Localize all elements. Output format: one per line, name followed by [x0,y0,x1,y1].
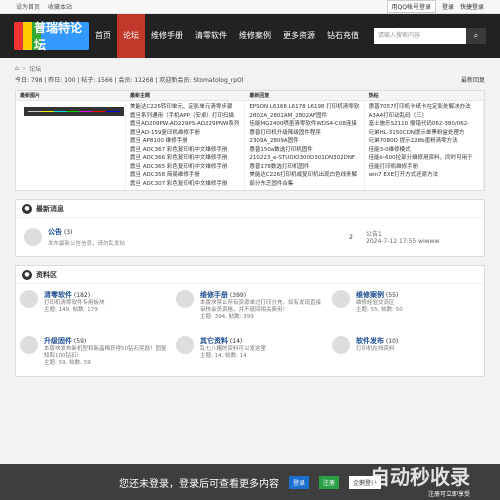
forum-name[interactable]: 软件发布 [356,337,384,345]
watermark-logo: 自动秒收录 [370,465,470,489]
register-button[interactable]: 注册 [318,475,339,489]
topic-link[interactable]: 震旦 ADC367 彩色复印机中文维修手册 [130,146,240,155]
forum-item[interactable]: 维修手册 (399) 本版块禁止所有资源单过打印分充，如有发现直接审核会员资格，并… [172,284,328,330]
reply-link[interactable]: 2802A_2802AM_2802AF固件 [249,112,359,121]
latest-replies-link[interactable]: 最新回复 [461,75,485,84]
resources-section: ● 资料区 清零软件 (182) 打印机清零软件专用板块 主题: 149, 帖数: 1… [15,265,485,377]
fast-login-link[interactable]: 快捷登录 [460,2,484,11]
forum-item[interactable]: 其它资料 (14) 乱七八糟的资料可以发这里 主题: 14, 帖数: 14 [172,330,328,376]
forum-item[interactable]: 维修案例 (55) 维修经验交流区 主题: 55, 帖数: 50 [328,284,484,330]
topic-link[interactable]: 震旦 ADC307 彩色复印机中文维修手册 [130,180,240,189]
forum-name[interactable]: 维修案例 [356,291,384,299]
forum-name[interactable]: 公告 [48,228,62,236]
hot-link[interactable]: 富士施乐S2110 报错代码062-380/062- [369,120,479,129]
reply-link[interactable]: 美能达C226打印机或复印机出现白色线条解 [249,171,359,180]
reply-link[interactable]: 惠普150a数选打印机固件 [249,146,359,155]
forum-row[interactable]: 公告 (3) 发布最新公告信息，请勿乱发帖 2 公告1 2024-7-12 17… [16,218,484,256]
reply-link[interactable]: 惠普178数选打印机固件 [249,163,359,172]
hot-link[interactable]: 兄弟HL-3150CDN提示单黑粉盒处理方 [369,129,479,138]
forum-icon [176,290,194,308]
qq-login-button[interactable]: 用QQ帐号登录 [386,0,436,13]
nav-more[interactable]: 更多资源 [277,14,321,58]
search-box: 请输入搜索内容 ⌕ [374,28,486,44]
reply-link[interactable]: 佳能MG2400喷墨清零软件WDS4-C08连接 [249,120,359,129]
news-section: ● 最新消息 公告 (3) 发布最新公告信息，请勿乱发帖 2 公告1 2024-7… [15,199,485,257]
topic-link[interactable]: 震旦 ADC366 彩色复印机中文维修手册 [130,154,240,163]
chat-icon: ● [22,269,32,280]
topic-link[interactable]: 震旦 AP8100 维修手册 [130,137,240,146]
forum-name[interactable]: 维修手册 [200,291,228,299]
hot-link[interactable]: 佳能ir-600拉部分维修用资料，同时可用于 [369,154,479,163]
forum-name[interactable]: 升级固件 [44,337,72,345]
reply-link[interactable]: 210223_e-STUDIO300D301DN302DNF [249,154,359,163]
forum-icon [20,290,38,308]
nav-cases[interactable]: 维修案例 [233,14,277,58]
chat-icon: ● [22,203,32,214]
set-home-link[interactable]: 设为首页 [16,4,40,11]
forum-icon [24,228,42,246]
home-icon[interactable]: ⌂ [15,65,19,72]
breadcrumb-current[interactable]: 论坛 [29,64,41,73]
reply-link[interactable]: 2309A_2809A固件 [249,137,359,146]
topic-link[interactable]: 震旦AD-159复印机维修手册 [130,129,240,138]
forum-icon [332,336,350,354]
hot-link[interactable]: 佳能3-0维修模式 [369,146,479,155]
forum-item[interactable]: 清零软件 (182) 打印机清零软件专用板块 主题: 149, 帖数: 179 [16,284,172,330]
last-post-link[interactable]: 公告1 [366,229,476,238]
forum-item[interactable]: 软件发布 (10) 打印机在线资料 [328,330,484,376]
forum-item[interactable]: 升级固件 (59) 本版块发布新机型和新晶稀获得50钻石奖励！固复知取100钻石！… [16,330,172,376]
topic-link[interactable]: 震旦系列通用（手机APP（安卓）打印扫描 [130,112,240,121]
forum-icon [176,336,194,354]
latest-panel: 最新图片 最新主题 最新回复 热帖 美能达C226转印单元、定影单元清零步骤 震旦… [15,90,485,191]
nav-forum[interactable]: 论坛 [117,14,145,58]
nav-manuals[interactable]: 维修手册 [145,14,189,58]
hot-link[interactable]: 佳能打印机维修手册 [369,163,479,172]
hot-link[interactable] [369,180,479,189]
search-input[interactable]: 请输入搜索内容 [374,28,466,44]
forum-name[interactable]: 其它资料 [200,337,228,345]
nav-home[interactable]: 首页 [89,14,117,58]
search-icon[interactable]: ⌕ [466,28,486,44]
topbar: 设为首页 收藏本站 用QQ帐号登录 登录 快捷登录 [0,0,500,14]
main-nav: 普瑞特论坛 首页 论坛 维修手册 清零软件 维修案例 更多资源 钻石充值 请输入… [0,14,500,58]
reply-link[interactable]: 部分东芝固件合集 [249,180,359,189]
topic-link[interactable]: 震旦AD209PW-AD229PS-AD229PNW系列 [130,120,240,129]
topic-link[interactable]: 震旦 ADC365 彩色复印机中文维修手册 [130,163,240,172]
nav-reset-software[interactable]: 清零软件 [189,14,233,58]
latest-image[interactable] [24,107,124,116]
breadcrumb: ⌂ › 论坛 [15,64,42,73]
forum-stats: 今日: 798 | 昨日: 100 | 帖子: 1566 | 会员: 11268… [15,75,485,84]
reply-link[interactable]: EPSON L6168 L6178 L6198 打印机清零软 [249,103,359,112]
bookmark-link[interactable]: 收藏本站 [48,4,72,11]
hot-link[interactable]: A3A4打印动乱码（三） [369,112,479,121]
reply-link[interactable]: 惠普打印机升级降级固件程序 [249,129,359,138]
login-button[interactable]: 登录 [288,475,309,489]
forum-name[interactable]: 清零软件 [44,291,72,299]
hot-link[interactable]: win7 EXE打开方式还原方法 [369,171,479,180]
hot-link[interactable]: 兄弟7080D 提示228b墨粉清零方法 [369,137,479,146]
topic-link[interactable]: 震旦 ADC358 简易维修手册 [130,171,240,180]
login-link[interactable]: 登录 [442,2,454,11]
forum-icon [20,336,38,354]
topic-link[interactable]: 美能达C226转印单元、定影单元清零步骤 [130,103,240,112]
nav-recharge[interactable]: 钻石充值 [321,14,365,58]
forum-icon [332,290,350,308]
site-logo[interactable]: 普瑞特论坛 [14,21,89,52]
hot-link[interactable]: 惠普7057打印机卡纸卡在定影处解决办法 [369,103,479,112]
